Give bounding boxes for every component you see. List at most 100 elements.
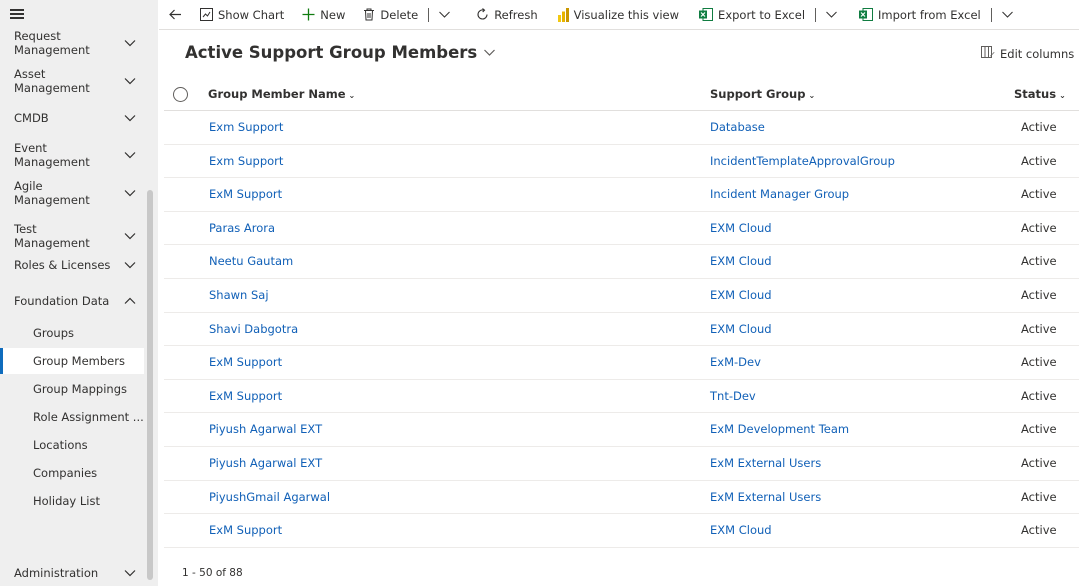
status-cell: Active (1021, 287, 1057, 302)
delete-button[interactable]: Delete (357, 0, 424, 30)
table-row[interactable]: Neetu Gautam EXM Cloud Active (164, 245, 1079, 279)
chevron-down-icon: ⌄ (808, 91, 816, 100)
nav-group-label: Event Management (14, 141, 90, 169)
export-more-button[interactable] (820, 0, 843, 30)
new-button[interactable]: New (296, 0, 351, 30)
chevron-down-icon (124, 570, 136, 577)
status-cell: Active (1021, 388, 1057, 403)
table-row[interactable]: ExM Support EXM Cloud Active (164, 514, 1079, 548)
support-group-link[interactable]: IncidentTemplateApprovalGroup (710, 145, 895, 179)
chevron-down-icon (124, 78, 136, 85)
edit-columns-icon (981, 46, 995, 58)
chevron-down-icon: ⌄ (1059, 91, 1066, 100)
sidebar-item-groups[interactable]: Groups (0, 320, 144, 346)
nav-group-agile-management[interactable]: Agile Management (14, 179, 136, 207)
member-link[interactable]: Paras Arora (209, 212, 275, 246)
nav-group-asset-management[interactable]: Asset Management (14, 67, 136, 95)
delete-label: Delete (380, 7, 419, 22)
sidebar-item-group-mappings[interactable]: Group Mappings (0, 376, 144, 402)
member-link[interactable]: Neetu Gautam (209, 245, 293, 279)
nav-group-cmdb[interactable]: CMDB (14, 111, 136, 125)
export-excel-button[interactable]: Export to Excel (693, 0, 811, 30)
back-button[interactable] (159, 0, 194, 30)
view-selector[interactable]: Active Support Group Members (185, 43, 496, 62)
show-chart-button[interactable]: Show Chart (194, 0, 290, 30)
nav-group-test-management[interactable]: Test Management (14, 222, 136, 250)
column-header-member[interactable]: Group Member Name ⌄ (208, 78, 355, 111)
nav-group-administration[interactable]: Administration (14, 566, 136, 580)
member-link[interactable]: PiyushGmail Agarwal (209, 481, 330, 515)
table-row[interactable]: Shavi Dabgotra EXM Cloud Active (164, 313, 1079, 347)
support-group-link[interactable]: EXM Cloud (710, 212, 772, 246)
delete-more-button[interactable] (433, 0, 456, 30)
status-cell: Active (1021, 120, 1057, 134)
member-link[interactable]: Exm Support (209, 111, 283, 145)
sidebar-item-role-assignment[interactable]: Role Assignment ... (0, 404, 144, 430)
import-excel-label: Import from Excel (878, 7, 981, 22)
refresh-button[interactable]: Refresh (470, 0, 543, 30)
member-link[interactable]: ExM Support (209, 346, 282, 380)
member-link[interactable]: ExM Support (209, 380, 282, 414)
member-link[interactable]: Piyush Agarwal EXT (209, 447, 322, 481)
status-cell: Active (1021, 321, 1057, 336)
table-row[interactable]: Piyush Agarwal EXT ExM Development Team Ac… (164, 413, 1079, 447)
select-all-radio[interactable] (173, 87, 188, 102)
sidebar-scrollbar[interactable] (147, 190, 153, 580)
support-group-link[interactable]: Incident Manager Group (710, 178, 849, 212)
table-row[interactable]: Exm Support IncidentTemplateApprovalGroup… (164, 145, 1079, 179)
status-cell: Active (1021, 254, 1057, 269)
support-group-link[interactable]: ExM Development Team (710, 413, 849, 447)
column-header-label: Group Member Name (208, 87, 346, 101)
chevron-down-icon: ⌄ (348, 91, 356, 100)
support-group-link[interactable]: EXM Cloud (710, 279, 772, 313)
support-group-link[interactable]: EXM Cloud (710, 313, 772, 347)
support-group-link[interactable]: ExM-Dev (710, 346, 761, 380)
sidebar-item-group-members[interactable]: Group Members (0, 348, 144, 374)
nav-group-foundation-data[interactable]: Foundation Data (14, 294, 136, 308)
nav-group-roles-licenses[interactable]: Roles & Licenses (14, 258, 136, 272)
support-group-link[interactable]: EXM Cloud (710, 245, 772, 279)
nav-group-request-management[interactable]: Request Management (14, 29, 136, 57)
export-excel-label: Export to Excel (718, 7, 806, 22)
sidebar-item-locations[interactable]: Locations (0, 432, 144, 458)
table-row[interactable]: Piyush Agarwal EXT ExM External Users Acti… (164, 447, 1079, 481)
member-link[interactable]: Shawn Saj (209, 279, 269, 313)
support-group-link[interactable]: Tnt-Dev (710, 380, 756, 414)
member-link[interactable]: Piyush Agarwal EXT (209, 413, 322, 447)
visualize-view-label: Visualize this view (573, 7, 680, 22)
import-more-button[interactable] (996, 0, 1019, 30)
column-header-status[interactable]: Status ⌄ (1014, 78, 1066, 111)
member-link[interactable]: ExM Support (209, 178, 282, 212)
table-row[interactable]: ExM Support ExM-Dev Active (164, 346, 1079, 380)
table-row[interactable]: PiyushGmail Agarwal ExM External Users Act… (164, 481, 1079, 515)
support-group-link[interactable]: ExM External Users (710, 481, 821, 515)
column-header-support-group[interactable]: Support Group ⌄ (710, 78, 815, 111)
hamburger-menu-icon[interactable] (10, 9, 24, 19)
table-row[interactable]: Shawn Saj EXM Cloud Active (164, 279, 1079, 313)
chevron-down-icon (1001, 11, 1013, 18)
nav-group-label: Request Management (14, 29, 90, 57)
table-row[interactable]: ExM Support Incident Manager Group Active (164, 178, 1079, 212)
toolbar-divider (815, 7, 817, 22)
table-row[interactable]: Exm Support Database Active (164, 111, 1079, 145)
command-bar: Show Chart New Delete Refresh Visualize … (159, 0, 1079, 30)
member-link[interactable]: ExM Support (209, 514, 282, 548)
column-header-label: Support Group (710, 87, 806, 101)
table-row[interactable]: ExM Support Tnt-Dev Active (164, 380, 1079, 414)
nav-group-label: Administration (14, 566, 99, 580)
support-group-link[interactable]: EXM Cloud (710, 514, 772, 548)
visualize-view-button[interactable]: Visualize this view (552, 0, 685, 30)
nav-group-event-management[interactable]: Event Management (14, 141, 136, 169)
table-row[interactable]: Paras Arora EXM Cloud Active (164, 212, 1079, 246)
support-group-link[interactable]: Database (710, 111, 765, 145)
member-link[interactable]: Shavi Dabgotra (209, 313, 298, 347)
refresh-label: Refresh (494, 7, 538, 22)
import-excel-button[interactable]: Import from Excel (853, 0, 987, 30)
support-group-link[interactable]: ExM External Users (710, 447, 821, 481)
member-link[interactable]: Exm Support (209, 145, 283, 179)
edit-columns-button[interactable]: Edit columns (981, 46, 1074, 61)
excel-icon (699, 8, 714, 21)
chevron-down-icon (124, 233, 136, 240)
sidebar-item-companies[interactable]: Companies (0, 460, 144, 486)
sidebar-item-holiday-list[interactable]: Holiday List (0, 488, 144, 514)
